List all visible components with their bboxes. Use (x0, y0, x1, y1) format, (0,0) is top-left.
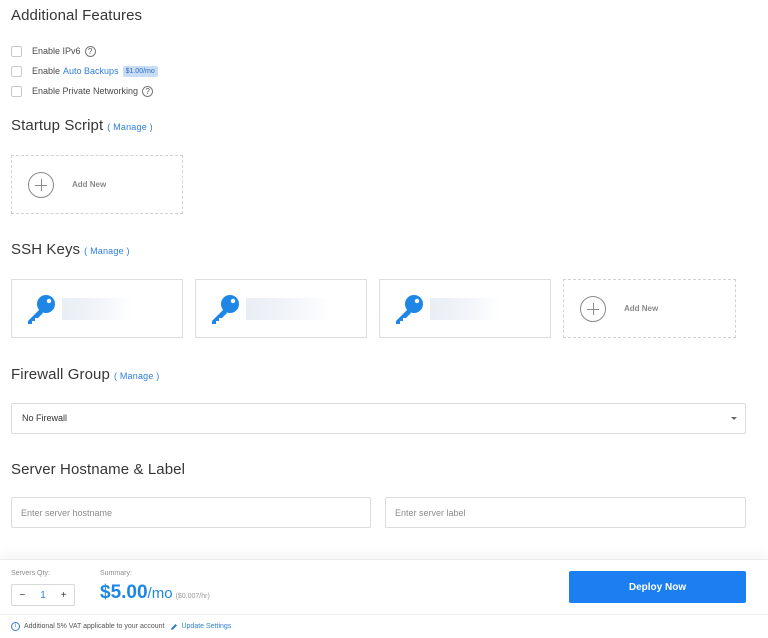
pencil-icon (171, 623, 178, 630)
ipv6-checkbox[interactable] (11, 45, 22, 57)
ssh-key-name-redacted (430, 298, 500, 320)
info-icon: i (11, 622, 20, 631)
qty-increment-button[interactable]: + (53, 590, 74, 601)
chevron-down-icon (731, 417, 737, 420)
ipv6-option[interactable]: Enable IPv6 ? (11, 44, 96, 58)
footer-divider (0, 614, 768, 615)
auto-backups-link[interactable]: Auto Backups (63, 66, 119, 76)
ssh-key-card[interactable] (379, 279, 551, 338)
vat-text: Additional 5% VAT applicable to your acc… (24, 623, 165, 630)
key-icon (396, 295, 423, 324)
plus-circle-icon (28, 171, 54, 198)
startup-script-label: Startup Script (11, 117, 104, 134)
ssh-key-name-redacted (62, 298, 132, 320)
auto-backups-option[interactable]: Enable Auto Backups $1.00/mo (11, 64, 158, 78)
startup-script-manage-link[interactable]: ( Manage ) (107, 122, 153, 132)
help-icon[interactable]: ? (84, 45, 96, 57)
auto-backups-checkbox[interactable] (11, 65, 22, 77)
add-new-label: Add New (72, 180, 107, 189)
price-unit: /mo (147, 585, 173, 602)
ssh-key-card[interactable] (11, 279, 183, 338)
private-networking-option[interactable]: Enable Private Networking ? (11, 84, 154, 98)
private-networking-label: Enable Private Networking (32, 86, 139, 96)
firewall-group-title: Firewall Group ( Manage ) (11, 366, 159, 383)
startup-script-title: Startup Script( Manage ) (11, 117, 153, 134)
quantity-stepper[interactable]: − 1 + (11, 584, 75, 606)
firewall-group-label: Firewall Group (11, 366, 110, 383)
price-summary: $5.00/mo ($0.007/hr) (100, 582, 210, 604)
summary-label: Summary: (100, 570, 132, 577)
qty-decrement-button[interactable]: − (12, 590, 33, 601)
server-label-input[interactable]: Enter server label (385, 497, 746, 528)
hostname-label-title: Server Hostname & Label (11, 461, 186, 478)
key-icon (28, 295, 55, 324)
update-settings-link[interactable]: Update Settings (170, 623, 231, 631)
ssh-keys-manage-link[interactable]: ( Manage ) (84, 246, 130, 256)
firewall-selected-value: No Firewall (22, 413, 68, 423)
ssh-keys-title: SSH Keys( Manage ) (11, 241, 130, 258)
hostname-input[interactable]: Enter server hostname (11, 497, 371, 528)
vat-notice: i Additional 5% VAT applicable to your a… (11, 622, 231, 631)
add-startup-script-card[interactable]: Add New (11, 155, 183, 214)
update-settings-label[interactable]: Update Settings (181, 623, 231, 630)
add-ssh-key-card[interactable]: Add New (563, 279, 736, 338)
servers-qty-label: Servers Qty: (11, 570, 50, 577)
auto-backups-price-badge: $1.00/mo (122, 65, 158, 77)
hourly-price: ($0.007/hr) (175, 593, 210, 600)
deploy-now-button[interactable]: Deploy Now (569, 571, 746, 603)
monthly-price: $5.00 (100, 582, 148, 603)
plus-circle-icon (580, 295, 606, 322)
additional-features-title: Additional Features (11, 7, 143, 24)
ssh-key-card[interactable] (195, 279, 367, 338)
private-networking-checkbox[interactable] (11, 85, 22, 97)
ssh-keys-label: SSH Keys (11, 241, 81, 258)
qty-value[interactable]: 1 (33, 590, 54, 601)
help-icon[interactable]: ? (142, 85, 154, 97)
hostname-placeholder: Enter server hostname (21, 508, 113, 518)
ipv6-label: Enable IPv6 (32, 46, 81, 56)
firewall-select[interactable]: No Firewall (11, 403, 746, 434)
key-icon (212, 295, 239, 324)
add-new-label: Add New (624, 304, 659, 313)
server-label-placeholder: Enter server label (395, 508, 466, 518)
firewall-manage-link[interactable]: ( Manage ) (114, 371, 160, 381)
auto-backups-label-prefix: Enable (32, 66, 61, 76)
ssh-key-name-redacted (246, 298, 330, 320)
